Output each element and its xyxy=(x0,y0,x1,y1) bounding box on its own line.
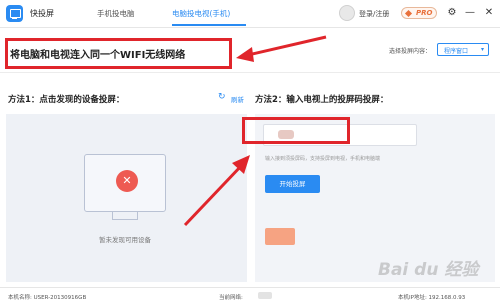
tab-pc-to-tv[interactable]: 电脑投电视(手机) xyxy=(172,8,230,19)
content-select[interactable]: 程序窗口 ▾ xyxy=(437,43,489,56)
settings-icon[interactable]: ⚙ xyxy=(445,6,459,20)
app-name: 快投屏 xyxy=(30,9,54,18)
ip-address: 本机IP地址: 192.168.0.93 xyxy=(398,295,466,301)
app-logo-icon xyxy=(6,5,23,22)
method2-title: 方法2：输入电视上的投屏码投屏： xyxy=(255,95,389,105)
select-content-label: 选择投屏内容： xyxy=(389,48,432,55)
chevron-down-icon: ▾ xyxy=(480,46,484,53)
cast-code-hint: 输入接到须投屏码，支持投屏到电视，手机和电脑端 xyxy=(265,156,381,162)
arrowhead-heading xyxy=(236,47,254,62)
divider xyxy=(0,72,500,73)
pro-badge[interactable]: PRO xyxy=(401,7,437,19)
footer-divider xyxy=(0,287,500,288)
refresh-icon[interactable]: ↻ xyxy=(218,92,228,102)
pro-label: PRO xyxy=(416,9,433,17)
blurred-network xyxy=(258,292,272,299)
gem-icon xyxy=(404,9,413,18)
close-icon[interactable]: ✕ xyxy=(482,6,496,20)
login-register-link[interactable]: 登录/注册 xyxy=(359,9,389,19)
start-cast-button[interactable]: 开始投屏 xyxy=(265,175,320,193)
annotation-box-input xyxy=(242,117,350,144)
empty-device-text: 暂未发现可用设备 xyxy=(99,236,151,244)
content-select-value: 程序窗口 xyxy=(444,48,469,55)
blurred-region xyxy=(265,228,295,245)
tab-phone-to-pc[interactable]: 手机投电脑 xyxy=(97,8,135,19)
watermark: Bai du 经验 xyxy=(378,260,479,280)
error-icon: ✕ xyxy=(116,170,138,192)
machine-name: 本机名称: USER-20130916GB xyxy=(8,295,87,301)
minimize-icon[interactable]: — xyxy=(463,6,477,20)
method1-title: 方法1：点击发现的设备投屏： xyxy=(8,95,125,105)
avatar-icon[interactable] xyxy=(339,5,355,21)
title-bar: 快投屏 手机投电脑 电脑投电视(手机) 登录/注册 PRO ⚙ — ✕ xyxy=(0,0,500,28)
active-tab-indicator xyxy=(172,24,246,26)
network-label: 当前网络: xyxy=(219,295,243,301)
arrow-to-heading xyxy=(247,35,327,57)
refresh-button[interactable]: 刷新 xyxy=(231,94,244,104)
annotation-box-heading xyxy=(5,38,232,69)
monitor-stand xyxy=(112,212,138,220)
